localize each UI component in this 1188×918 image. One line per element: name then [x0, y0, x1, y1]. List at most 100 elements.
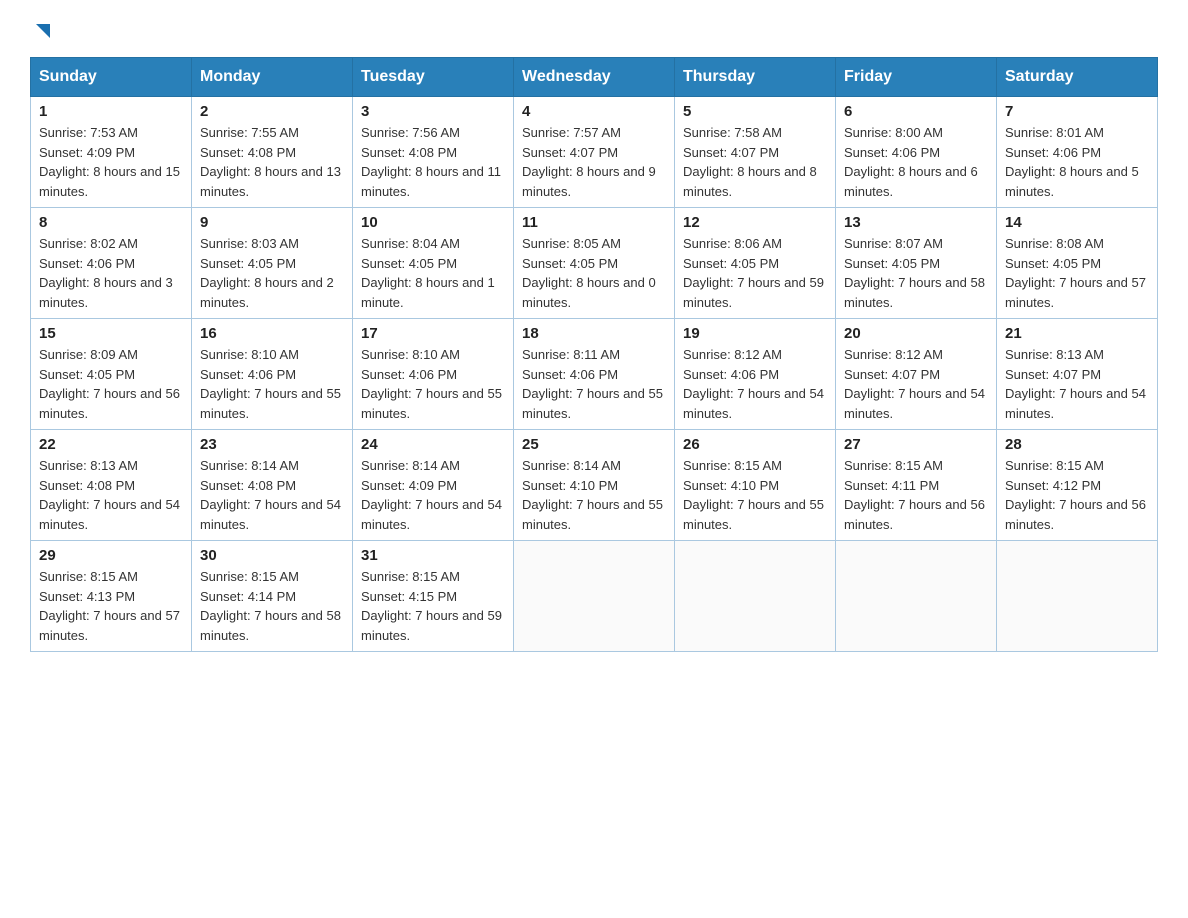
- day-info: Sunrise: 8:05 AMSunset: 4:05 PMDaylight:…: [522, 236, 656, 310]
- day-cell: 8 Sunrise: 8:02 AMSunset: 4:06 PMDayligh…: [31, 208, 192, 319]
- day-number: 31: [361, 547, 505, 564]
- day-number: 14: [1005, 214, 1149, 231]
- col-header-sunday: Sunday: [31, 58, 192, 97]
- day-number: 7: [1005, 103, 1149, 120]
- header-row: SundayMondayTuesdayWednesdayThursdayFrid…: [31, 58, 1158, 97]
- day-number: 2: [200, 103, 344, 120]
- day-info: Sunrise: 8:15 AMSunset: 4:12 PMDaylight:…: [1005, 458, 1146, 532]
- day-number: 6: [844, 103, 988, 120]
- day-info: Sunrise: 8:10 AMSunset: 4:06 PMDaylight:…: [200, 347, 341, 421]
- day-info: Sunrise: 8:06 AMSunset: 4:05 PMDaylight:…: [683, 236, 824, 310]
- day-cell: 2 Sunrise: 7:55 AMSunset: 4:08 PMDayligh…: [192, 97, 353, 208]
- day-number: 18: [522, 325, 666, 342]
- day-info: Sunrise: 8:14 AMSunset: 4:09 PMDaylight:…: [361, 458, 502, 532]
- day-number: 15: [39, 325, 183, 342]
- day-number: 26: [683, 436, 827, 453]
- day-info: Sunrise: 8:15 AMSunset: 4:14 PMDaylight:…: [200, 569, 341, 643]
- day-cell: 15 Sunrise: 8:09 AMSunset: 4:05 PMDaylig…: [31, 319, 192, 430]
- day-info: Sunrise: 8:03 AMSunset: 4:05 PMDaylight:…: [200, 236, 334, 310]
- day-info: Sunrise: 8:00 AMSunset: 4:06 PMDaylight:…: [844, 125, 978, 199]
- day-info: Sunrise: 8:01 AMSunset: 4:06 PMDaylight:…: [1005, 125, 1139, 199]
- day-cell: 3 Sunrise: 7:56 AMSunset: 4:08 PMDayligh…: [353, 97, 514, 208]
- week-row-3: 15 Sunrise: 8:09 AMSunset: 4:05 PMDaylig…: [31, 319, 1158, 430]
- week-row-5: 29 Sunrise: 8:15 AMSunset: 4:13 PMDaylig…: [31, 541, 1158, 652]
- day-number: 11: [522, 214, 666, 231]
- day-number: 5: [683, 103, 827, 120]
- day-cell: 26 Sunrise: 8:15 AMSunset: 4:10 PMDaylig…: [675, 430, 836, 541]
- day-number: 25: [522, 436, 666, 453]
- day-number: 1: [39, 103, 183, 120]
- day-cell: [997, 541, 1158, 652]
- day-cell: 4 Sunrise: 7:57 AMSunset: 4:07 PMDayligh…: [514, 97, 675, 208]
- day-cell: 31 Sunrise: 8:15 AMSunset: 4:15 PMDaylig…: [353, 541, 514, 652]
- col-header-saturday: Saturday: [997, 58, 1158, 97]
- day-cell: 12 Sunrise: 8:06 AMSunset: 4:05 PMDaylig…: [675, 208, 836, 319]
- day-number: 10: [361, 214, 505, 231]
- logo: [30, 20, 54, 47]
- day-info: Sunrise: 8:13 AMSunset: 4:08 PMDaylight:…: [39, 458, 180, 532]
- page-header: [30, 20, 1158, 47]
- logo-triangle-icon: [32, 20, 54, 42]
- day-cell: 16 Sunrise: 8:10 AMSunset: 4:06 PMDaylig…: [192, 319, 353, 430]
- day-info: Sunrise: 8:12 AMSunset: 4:06 PMDaylight:…: [683, 347, 824, 421]
- day-cell: [675, 541, 836, 652]
- day-cell: 7 Sunrise: 8:01 AMSunset: 4:06 PMDayligh…: [997, 97, 1158, 208]
- day-cell: 24 Sunrise: 8:14 AMSunset: 4:09 PMDaylig…: [353, 430, 514, 541]
- day-number: 17: [361, 325, 505, 342]
- day-number: 20: [844, 325, 988, 342]
- day-info: Sunrise: 7:55 AMSunset: 4:08 PMDaylight:…: [200, 125, 341, 199]
- day-cell: 18 Sunrise: 8:11 AMSunset: 4:06 PMDaylig…: [514, 319, 675, 430]
- day-cell: 22 Sunrise: 8:13 AMSunset: 4:08 PMDaylig…: [31, 430, 192, 541]
- day-cell: 6 Sunrise: 8:00 AMSunset: 4:06 PMDayligh…: [836, 97, 997, 208]
- day-info: Sunrise: 8:04 AMSunset: 4:05 PMDaylight:…: [361, 236, 495, 310]
- day-cell: 14 Sunrise: 8:08 AMSunset: 4:05 PMDaylig…: [997, 208, 1158, 319]
- day-cell: 27 Sunrise: 8:15 AMSunset: 4:11 PMDaylig…: [836, 430, 997, 541]
- week-row-1: 1 Sunrise: 7:53 AMSunset: 4:09 PMDayligh…: [31, 97, 1158, 208]
- day-cell: 19 Sunrise: 8:12 AMSunset: 4:06 PMDaylig…: [675, 319, 836, 430]
- day-cell: 10 Sunrise: 8:04 AMSunset: 4:05 PMDaylig…: [353, 208, 514, 319]
- day-cell: 11 Sunrise: 8:05 AMSunset: 4:05 PMDaylig…: [514, 208, 675, 319]
- day-info: Sunrise: 7:57 AMSunset: 4:07 PMDaylight:…: [522, 125, 656, 199]
- day-number: 29: [39, 547, 183, 564]
- day-number: 27: [844, 436, 988, 453]
- day-info: Sunrise: 8:15 AMSunset: 4:11 PMDaylight:…: [844, 458, 985, 532]
- day-cell: 20 Sunrise: 8:12 AMSunset: 4:07 PMDaylig…: [836, 319, 997, 430]
- day-cell: 25 Sunrise: 8:14 AMSunset: 4:10 PMDaylig…: [514, 430, 675, 541]
- day-number: 8: [39, 214, 183, 231]
- day-cell: 29 Sunrise: 8:15 AMSunset: 4:13 PMDaylig…: [31, 541, 192, 652]
- day-info: Sunrise: 8:14 AMSunset: 4:10 PMDaylight:…: [522, 458, 663, 532]
- day-info: Sunrise: 7:53 AMSunset: 4:09 PMDaylight:…: [39, 125, 180, 199]
- day-number: 12: [683, 214, 827, 231]
- day-cell: 30 Sunrise: 8:15 AMSunset: 4:14 PMDaylig…: [192, 541, 353, 652]
- day-info: Sunrise: 8:08 AMSunset: 4:05 PMDaylight:…: [1005, 236, 1146, 310]
- day-cell: 1 Sunrise: 7:53 AMSunset: 4:09 PMDayligh…: [31, 97, 192, 208]
- col-header-wednesday: Wednesday: [514, 58, 675, 97]
- col-header-friday: Friday: [836, 58, 997, 97]
- col-header-thursday: Thursday: [675, 58, 836, 97]
- day-info: Sunrise: 8:02 AMSunset: 4:06 PMDaylight:…: [39, 236, 173, 310]
- week-row-2: 8 Sunrise: 8:02 AMSunset: 4:06 PMDayligh…: [31, 208, 1158, 319]
- day-number: 9: [200, 214, 344, 231]
- day-number: 24: [361, 436, 505, 453]
- day-info: Sunrise: 7:56 AMSunset: 4:08 PMDaylight:…: [361, 125, 501, 199]
- day-number: 3: [361, 103, 505, 120]
- day-info: Sunrise: 8:15 AMSunset: 4:13 PMDaylight:…: [39, 569, 180, 643]
- day-cell: [514, 541, 675, 652]
- day-cell: 28 Sunrise: 8:15 AMSunset: 4:12 PMDaylig…: [997, 430, 1158, 541]
- day-number: 30: [200, 547, 344, 564]
- day-info: Sunrise: 8:13 AMSunset: 4:07 PMDaylight:…: [1005, 347, 1146, 421]
- day-number: 28: [1005, 436, 1149, 453]
- day-number: 13: [844, 214, 988, 231]
- day-number: 19: [683, 325, 827, 342]
- day-cell: 23 Sunrise: 8:14 AMSunset: 4:08 PMDaylig…: [192, 430, 353, 541]
- day-cell: [836, 541, 997, 652]
- col-header-tuesday: Tuesday: [353, 58, 514, 97]
- day-info: Sunrise: 8:15 AMSunset: 4:15 PMDaylight:…: [361, 569, 502, 643]
- day-info: Sunrise: 8:07 AMSunset: 4:05 PMDaylight:…: [844, 236, 985, 310]
- day-number: 16: [200, 325, 344, 342]
- day-number: 4: [522, 103, 666, 120]
- day-cell: 5 Sunrise: 7:58 AMSunset: 4:07 PMDayligh…: [675, 97, 836, 208]
- day-cell: 9 Sunrise: 8:03 AMSunset: 4:05 PMDayligh…: [192, 208, 353, 319]
- day-number: 22: [39, 436, 183, 453]
- day-number: 21: [1005, 325, 1149, 342]
